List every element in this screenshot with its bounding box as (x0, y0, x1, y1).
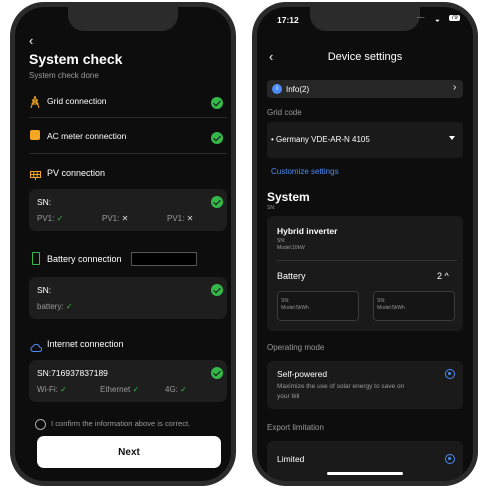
page-title: Device settings (327, 51, 403, 63)
phone-right: 17:12 .... ◒ 79 ‹ Device settings i Info… (252, 2, 478, 486)
confirm-checkbox[interactable] (35, 419, 46, 430)
internet-connection-label: Internet connection (47, 339, 124, 349)
pv3-status: PV1: ✕ (167, 214, 194, 223)
chevron-left-icon: ‹ (29, 33, 34, 48)
home-indicator (327, 472, 403, 475)
tower-icon (30, 95, 40, 109)
battery-box-1-sn: SN: (281, 298, 290, 304)
wifi-status: Wi-Fi: ✓ (37, 385, 67, 394)
limited-radio[interactable] (445, 454, 455, 464)
device-settings-screen: 17:12 .... ◒ 79 ‹ Device settings i Info… (257, 7, 473, 481)
internet-card (29, 360, 227, 402)
ethernet-status: Ethernet ✓ (100, 385, 140, 394)
battery-check-icon (211, 284, 223, 296)
check-icon: ✓ (60, 385, 67, 394)
battery-count[interactable]: 2 ^ (437, 271, 449, 281)
chevron-up-icon: ^ (444, 271, 449, 281)
battery-connection-field (131, 252, 197, 266)
dropdown-triangle-icon (449, 136, 455, 140)
next-button[interactable]: Next (37, 436, 221, 468)
battery-card (29, 277, 227, 319)
hybrid-inverter-title: Hybrid inverter (277, 226, 338, 236)
cross-icon: ✕ (186, 214, 194, 223)
pv1-status: PV1: ✓ (37, 214, 64, 223)
grid-connection-label: Grid connection (47, 96, 107, 106)
wifi-icon: ◒ (435, 15, 440, 24)
battery-section-label: Battery (277, 271, 306, 281)
battery-box-2-model: Model:5kWh (377, 305, 405, 311)
battery-sn: SN: (37, 285, 52, 295)
4g-status: 4G: ✓ (165, 385, 187, 394)
battery-connection-label: Battery connection (47, 254, 122, 264)
grid-code-value: • Germany VDE-AR-N 4105 (271, 135, 370, 144)
page-subtitle: System check done (29, 71, 99, 80)
meter-icon (30, 130, 40, 140)
hybrid-inverter-model: Model:10kW (277, 245, 305, 251)
back-button[interactable]: ‹ (29, 33, 33, 48)
self-powered-title: Self-powered (277, 369, 328, 379)
cross-icon: ✕ (121, 214, 129, 223)
self-powered-radio[interactable] (445, 369, 455, 379)
system-heading: System (267, 190, 310, 204)
page-title: System check (29, 51, 123, 67)
grid-connection-check-icon (211, 97, 223, 109)
battery-box-2-sn: SN: (377, 298, 386, 304)
internet-sn: SN:716937837189 (37, 368, 108, 378)
solar-panel-icon (30, 167, 41, 180)
limited-label: Limited (277, 454, 305, 464)
check-icon: ✓ (180, 385, 187, 394)
battery-status-icon: 79 (449, 15, 460, 21)
hybrid-inverter-sn: SN: (277, 238, 286, 244)
info-banner-label: Info(2) (286, 85, 310, 94)
ac-meter-label: AC meter connection (47, 131, 127, 141)
status-time: 17:12 (277, 15, 299, 25)
battery-box-1-model: Model:5kWh (281, 305, 309, 311)
cloud-icon (30, 339, 43, 352)
battery-status: battery: ✓ (37, 302, 73, 311)
customize-settings-link[interactable]: Customize settings (271, 167, 339, 176)
check-icon: ✓ (56, 214, 64, 223)
pv-sn: SN: (37, 197, 52, 207)
system-check-screen: ‹ System check System check done Grid co… (15, 7, 231, 481)
internet-check-icon (211, 367, 223, 379)
pv2-status: PV1: ✕ (102, 214, 129, 223)
ac-meter-check-icon (211, 132, 223, 144)
export-limitation-label: Export limitation (267, 423, 324, 432)
info-icon: i (272, 84, 282, 94)
system-sn: SN: (267, 205, 276, 211)
chevron-right-icon: › (453, 82, 457, 93)
pv-card (29, 189, 227, 231)
operating-mode-label: Operating mode (267, 343, 325, 352)
phone-notch (310, 7, 420, 31)
battery-icon (32, 252, 40, 265)
pv-check-icon (211, 196, 223, 208)
confirm-text: I confirm the information above is corre… (51, 419, 191, 428)
check-icon: ✓ (132, 385, 140, 394)
self-powered-desc-line1: Maximize the use of solar energy to save… (277, 383, 405, 390)
status-signal: .... (417, 13, 425, 20)
grid-code-label: Grid code (267, 108, 302, 117)
phone-notch (68, 7, 178, 31)
pv-connection-label: PV connection (47, 168, 106, 178)
self-powered-desc-line2: your bill (277, 393, 300, 400)
check-icon: ✓ (65, 302, 73, 311)
phone-left: ‹ System check System check done Grid co… (10, 2, 236, 486)
